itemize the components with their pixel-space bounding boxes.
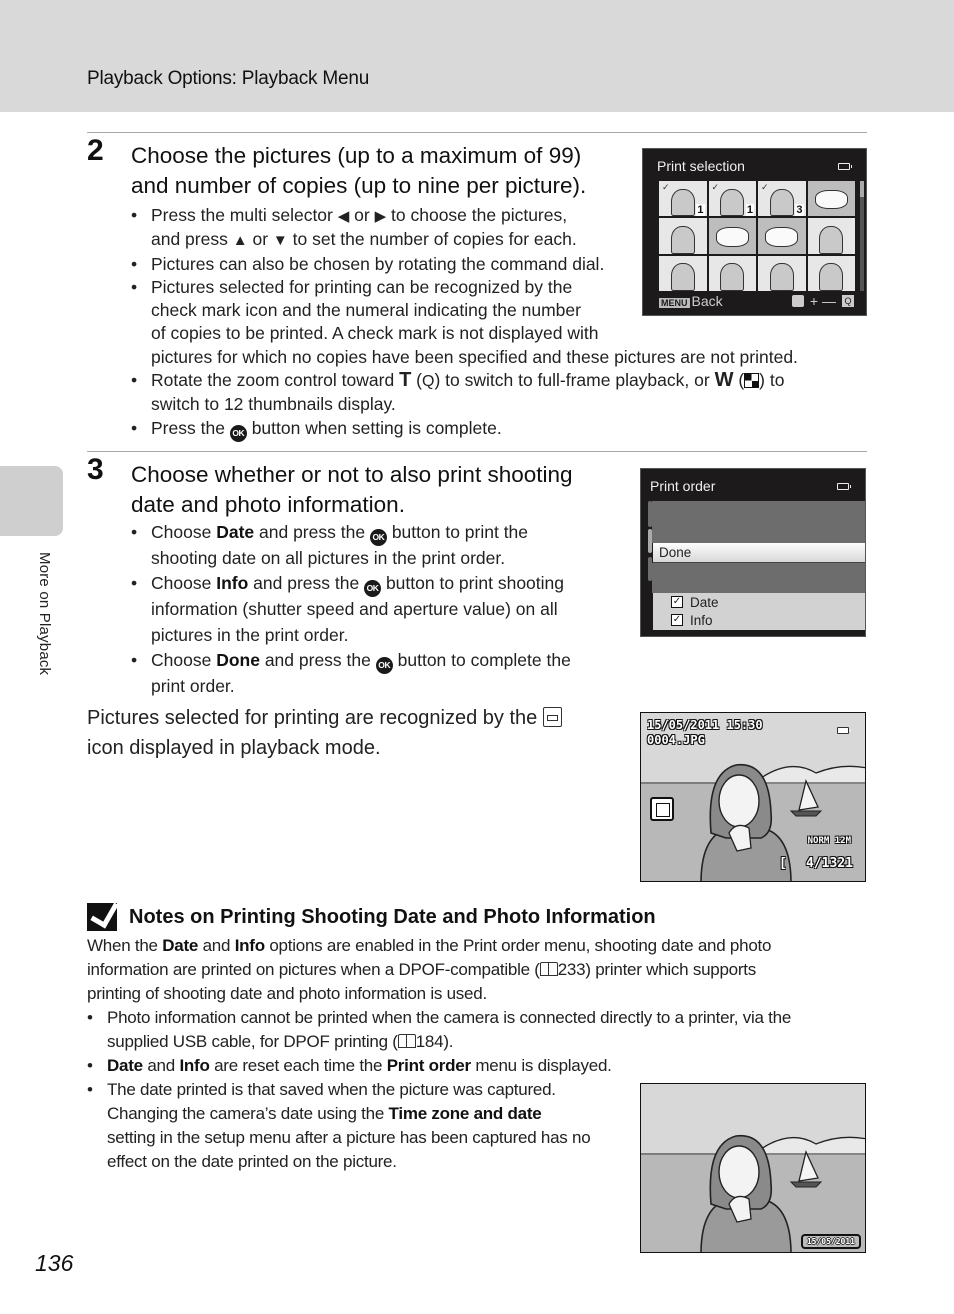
portrait-image	[720, 263, 745, 291]
battery-icon	[838, 163, 852, 170]
header-title: Playback Options: Playback Menu	[87, 68, 370, 89]
left-arrow-icon: ◀	[337, 208, 350, 225]
option-date[interactable]: ✓ Date	[653, 593, 865, 611]
right-arrow-icon: ▶	[374, 208, 387, 225]
portrait-image	[670, 188, 695, 217]
back-label: Back	[691, 293, 723, 309]
list-item: Press the OK button when setting is comp…	[131, 417, 861, 442]
down-arrow-icon: ▼	[272, 232, 288, 250]
print-selection-screen: Print selection ✓ 1 ✓ 1 ✓ 3 MENU Back + — Q	[642, 148, 867, 316]
checkbox-icon: ✓	[671, 614, 683, 626]
portrait-image	[720, 188, 745, 217]
up-arrow-icon: ▲	[232, 232, 248, 250]
portrait-image	[769, 263, 794, 291]
step-title: Choose whether or not to also print shoo…	[131, 462, 573, 517]
datetime-readout: 15/05/2011 15:30	[647, 718, 763, 732]
portrait-illustration	[641, 1135, 865, 1252]
recognized-paragraph: Pictures selected for printing are recog…	[87, 704, 562, 763]
check-mark-icon: ✓	[711, 182, 720, 192]
menu-item-done[interactable]: Done	[653, 543, 865, 563]
divider	[87, 132, 867, 133]
printed-date-stamp: 15/05/2011	[800, 1234, 861, 1249]
step-title: Choose the pictures (up to a maximum of …	[131, 143, 587, 198]
printed-photo: 15/05/2011	[640, 1083, 866, 1253]
flower-image	[715, 227, 749, 247]
list-item: Rotate the zoom control toward T (Q) to …	[131, 369, 861, 417]
portrait-image	[670, 263, 695, 291]
thumbnail[interactable]	[708, 218, 756, 254]
checkbox-icon: ✓	[671, 596, 683, 608]
flower-image	[814, 189, 848, 210]
divider	[87, 451, 867, 452]
check-mark-icon: ✓	[662, 182, 670, 192]
thumbnail[interactable]	[807, 218, 855, 254]
screen-title: Print selection	[657, 158, 745, 174]
caution-check-icon	[87, 903, 117, 931]
screen-footer: MENU Back + — Q	[659, 293, 854, 309]
page-header: Playback Options: Playback Menu	[0, 0, 954, 112]
image-mode-readout: NORM 12M	[807, 836, 851, 846]
menu-button-icon: MENU	[659, 298, 690, 308]
portrait-image	[819, 263, 844, 291]
print-order-screen: Print order Done ✓ Date ✓ Info	[640, 468, 866, 637]
step3-bullets: Choose Date and press the OK button to p…	[131, 520, 611, 699]
screen-title: Print order	[650, 478, 716, 494]
print-order-icon	[542, 707, 562, 727]
option-info[interactable]: ✓ Info	[653, 611, 865, 629]
options-list: ✓ Date ✓ Info	[653, 593, 865, 630]
step-number: 2	[87, 134, 104, 167]
battery-icon	[837, 727, 851, 734]
scrollbar	[860, 181, 864, 291]
page-number: 136	[35, 1250, 74, 1276]
thumbnail[interactable]	[758, 218, 806, 254]
page-reference-icon	[397, 1034, 416, 1048]
notes-heading: Notes on Printing Shooting Date and Phot…	[87, 903, 656, 931]
check-mark-icon: ✓	[761, 182, 769, 192]
thumbnail[interactable]	[708, 255, 756, 291]
memory-bracket: [	[779, 856, 787, 871]
zoom-icon: Q	[842, 295, 854, 307]
list-item: Choose Info and press the OK button to p…	[131, 571, 611, 648]
list-item: Photo information cannot be printed when…	[87, 1006, 867, 1054]
chapter-label: More on Playback	[36, 552, 53, 676]
ok-button-icon: OK	[229, 424, 247, 442]
plus-minus-label: + —	[809, 293, 836, 309]
frame-counter: 4/1321	[806, 856, 853, 871]
copy-count: 1	[745, 204, 754, 217]
tele-key: T	[399, 369, 412, 392]
flower-image	[765, 227, 799, 247]
step-number: 3	[87, 453, 104, 486]
chapter-tab	[0, 466, 63, 536]
page-reference-icon	[539, 962, 558, 976]
wide-key: W	[714, 369, 734, 392]
thumbnail-grid: ✓ 1 ✓ 1 ✓ 3	[659, 181, 855, 291]
thumbnail[interactable]	[659, 218, 707, 254]
portrait-image	[670, 226, 695, 254]
ok-button-icon: OK	[375, 656, 393, 674]
list-item: Choose Date and press the OK button to p…	[131, 520, 611, 571]
thumbnail[interactable]	[758, 255, 806, 291]
magnify-icon: Q	[421, 373, 435, 391]
portrait-image	[819, 226, 844, 254]
thumbnail[interactable]	[807, 255, 855, 291]
thumbnail[interactable]: ✓ 1	[708, 181, 756, 217]
portrait-image	[769, 188, 794, 217]
copy-count: 3	[795, 204, 804, 217]
thumbnail-icon	[744, 373, 760, 389]
list-item: Date and Info are reset each time the Pr…	[87, 1054, 867, 1078]
multi-selector-icon	[791, 295, 804, 307]
thumbnail[interactable]	[807, 181, 855, 217]
thumbnail[interactable]: ✓ 1	[659, 181, 707, 217]
print-order-icon	[650, 797, 674, 821]
thumbnail[interactable]	[659, 255, 707, 291]
filename-readout: 0004.JPG	[647, 733, 705, 747]
copy-count: 1	[696, 204, 705, 217]
ok-button-icon: OK	[364, 580, 382, 598]
battery-icon	[837, 483, 851, 490]
list-item: Choose Done and press the OK button to c…	[131, 648, 611, 699]
thumbnail[interactable]: ✓ 3	[758, 181, 806, 217]
playback-screen: 15/05/2011 15:30 0004.JPG NORM 12M [ 4/1…	[640, 712, 866, 882]
ok-button-icon: OK	[369, 529, 387, 546]
